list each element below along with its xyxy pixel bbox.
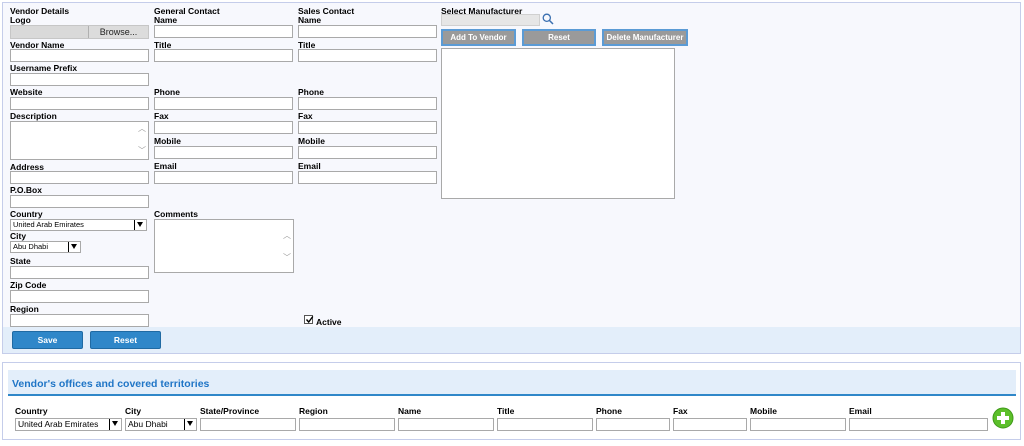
manufacturer-search-input[interactable] [441,14,540,26]
description-textarea[interactable]: ︿ ﹀ [10,121,149,160]
sales-fax-input[interactable] [298,121,437,134]
scroll-up-icon[interactable]: ︿ [137,125,147,133]
office-city-header: City [125,406,142,416]
office-country-value: United Arab Emirates [18,419,99,429]
chevron-down-icon[interactable] [134,220,146,230]
state-input[interactable] [10,266,149,279]
country-label: Country [10,209,43,219]
general-fax-label: Fax [154,111,169,121]
office-country-header: Country [15,406,48,416]
office-city-value: Abu Dhabi [128,419,168,429]
logo-file-input[interactable]: Browse... [10,25,149,39]
office-name-input[interactable] [398,418,494,431]
office-country-select[interactable]: United Arab Emirates [15,418,122,431]
manufacturer-listbox[interactable] [441,48,675,199]
zip-code-label: Zip Code [10,280,47,290]
city-label: City [10,231,27,241]
general-fax-input[interactable] [154,121,293,134]
general-name-input[interactable] [154,25,293,38]
country-select-value: United Arab Emirates [13,220,84,229]
office-title-input[interactable] [497,418,593,431]
office-fax-input[interactable] [673,418,747,431]
sales-title-input[interactable] [298,49,437,62]
vendor-name-input[interactable] [10,49,149,62]
zip-code-input[interactable] [10,290,149,303]
description-label: Description [10,111,57,121]
city-select-value: Abu Dhabi [13,242,49,251]
office-mobile-header: Mobile [750,406,777,416]
comments-label: Comments [154,209,198,219]
scroll-down-icon[interactable]: ﹀ [282,254,292,262]
chevron-down-icon[interactable] [109,419,121,430]
sales-mobile-label: Mobile [298,136,325,146]
browse-button[interactable]: Browse... [88,26,148,38]
general-title-input[interactable] [154,49,293,62]
add-office-icon[interactable] [992,407,1014,429]
general-name-label: Name [154,15,178,25]
username-prefix-input[interactable] [10,73,149,86]
active-label: Active [316,317,342,327]
address-input[interactable] [10,171,149,184]
region-label: Region [10,304,39,314]
office-email-input[interactable] [849,418,988,431]
offices-title: Vendor's offices and covered territories [12,378,210,390]
sales-fax-label: Fax [298,111,313,121]
chevron-down-icon[interactable] [68,242,80,252]
country-select[interactable]: United Arab Emirates [10,219,147,231]
active-checkbox[interactable] [304,315,314,324]
manufacturer-reset-button[interactable]: Reset [522,29,596,46]
office-name-header: Name [398,406,422,416]
search-icon[interactable] [542,13,554,25]
pobox-input[interactable] [10,195,149,208]
chevron-down-icon[interactable] [184,419,196,430]
website-label: Website [10,87,43,97]
sales-phone-label: Phone [298,87,324,97]
scroll-down-icon[interactable]: ﹀ [137,147,147,155]
website-input[interactable] [10,97,149,110]
general-mobile-input[interactable] [154,146,293,159]
sales-mobile-input[interactable] [298,146,437,159]
logo-label: Logo [10,15,31,25]
pobox-label: P.O.Box [10,185,42,195]
general-phone-label: Phone [154,87,180,97]
office-email-header: Email [849,406,872,416]
office-state-header: State/Province [200,406,260,416]
username-prefix-label: Username Prefix [10,63,78,73]
office-mobile-input[interactable] [750,418,846,431]
sales-phone-input[interactable] [298,97,437,110]
reset-button[interactable]: Reset [90,331,161,349]
office-state-input[interactable] [200,418,296,431]
office-region-header: Region [299,406,328,416]
office-title-header: Title [497,406,515,416]
add-to-vendor-button[interactable]: Add To Vendor [441,29,516,46]
region-input[interactable] [10,314,149,327]
save-button[interactable]: Save [12,331,83,349]
delete-manufacturer-button[interactable]: Delete Manufacturer [602,29,688,46]
office-region-input[interactable] [299,418,395,431]
sales-name-label: Name [298,15,322,25]
comments-textarea[interactable]: ︿ ﹀ [154,219,294,273]
office-fax-header: Fax [673,406,688,416]
checkmark-icon [305,316,314,324]
general-phone-input[interactable] [154,97,293,110]
city-select[interactable]: Abu Dhabi [10,241,81,253]
general-email-label: Email [154,161,177,171]
office-city-select[interactable]: Abu Dhabi [125,418,197,431]
scroll-up-icon[interactable]: ︿ [282,232,292,240]
offices-header: Vendor's offices and covered territories [8,370,1016,396]
sales-email-input[interactable] [298,171,437,184]
sales-name-input[interactable] [298,25,437,38]
sales-email-label: Email [298,161,321,171]
state-label: State [10,256,31,266]
office-phone-header: Phone [596,406,622,416]
general-mobile-label: Mobile [154,136,181,146]
general-email-input[interactable] [154,171,293,184]
office-phone-input[interactable] [596,418,670,431]
